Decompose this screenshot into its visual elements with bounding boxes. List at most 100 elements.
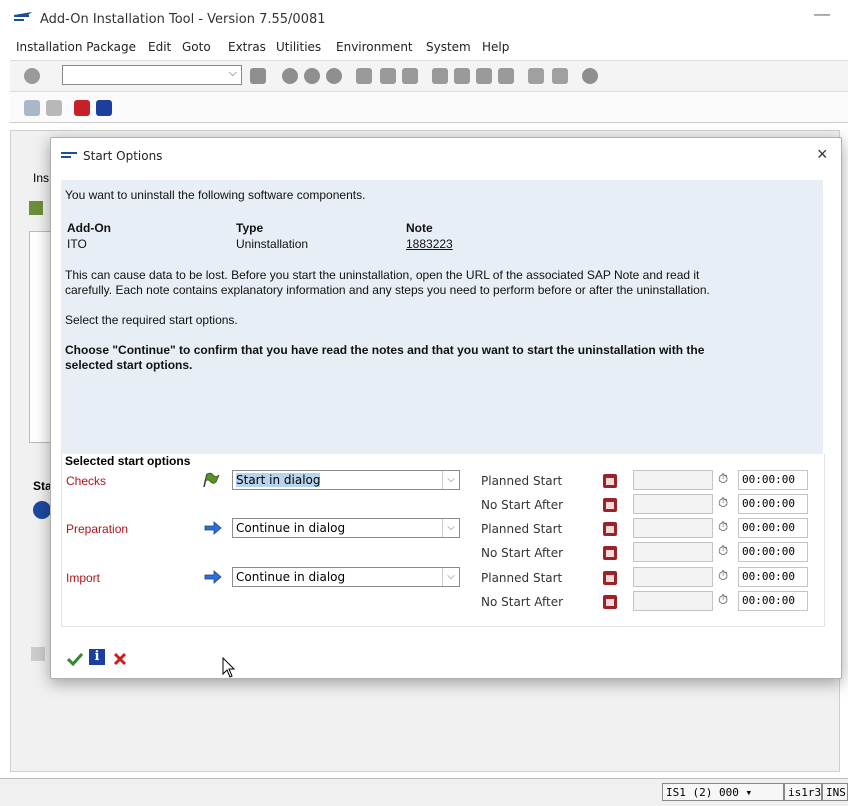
start-options-panel: Selected start options Checks Start in d… [61,454,825,627]
calendar-icon[interactable] [603,571,617,585]
no-start-after-label: No Start After [481,498,564,512]
date-field[interactable] [633,470,713,490]
exit-icon[interactable] [304,68,320,84]
menu-environment[interactable]: Environment [336,40,413,54]
minimize-button[interactable]: — [814,6,830,24]
enter-icon[interactable] [24,68,40,84]
find-next-icon[interactable] [402,68,418,84]
last-page-icon[interactable] [498,68,514,84]
print-icon[interactable] [356,68,372,84]
info-icon[interactable] [96,100,112,116]
date-field[interactable] [633,567,713,587]
menu-utilities[interactable]: Utilities [276,40,321,54]
help-icon[interactable] [582,68,598,84]
calendar-icon[interactable] [603,522,617,536]
time-field[interactable]: 00:00:00 [738,591,808,611]
checks-mode-select[interactable]: Start in dialog ⌵ [232,470,460,490]
window-titlebar: Add-On Installation Tool - Version 7.55/… [0,0,848,39]
command-field[interactable]: ⌵ [62,65,242,85]
mode-field: INS [822,783,848,801]
cancel-icon[interactable] [326,68,342,84]
standard-toolbar: ⌵ [10,60,848,92]
chevron-down-icon[interactable]: ⌵ [442,471,459,489]
date-field[interactable] [633,591,713,611]
time-field[interactable]: 00:00:00 [738,470,808,490]
no-start-after-label: No Start After [481,595,564,609]
calendar-icon[interactable] [603,546,617,560]
time-field[interactable]: 00:00:00 [738,518,808,538]
import-mode-select[interactable]: Continue in dialog ⌵ [232,567,460,587]
chevron-down-icon[interactable]: ⌵ [229,67,237,80]
shortcut-icon[interactable] [552,68,568,84]
cell-type: Uninstallation [236,237,309,251]
system-info: IS1 (2) 000 [666,786,739,799]
cell-addon: ITO [67,237,87,251]
phase-label-preparation: Preparation [66,522,129,536]
next-page-icon[interactable] [476,68,492,84]
question-icon[interactable] [74,100,90,116]
server-field: is1r3 [784,783,822,801]
confirm-line-2: selected start options. [65,358,193,372]
cancel-x-icon[interactable] [113,652,127,666]
previous-page-icon[interactable] [454,68,470,84]
dialog-titlebar: Start Options × [51,138,841,174]
menu-installation-package[interactable]: Installation Package [16,40,136,54]
back-icon[interactable] [282,68,298,84]
system-info-field[interactable]: IS1 (2) 000 ▾ [662,783,784,801]
warning-line-2: carefully. Each note contains explanator… [65,283,710,297]
sap-logo-icon [61,152,77,158]
flag-icon [203,472,220,488]
select-hint: Select the required start options. [65,313,238,327]
menu-system[interactable]: System [426,40,471,54]
status-bar: IS1 (2) 000 ▾ is1r3 INS [0,778,848,806]
calendar-icon[interactable] [603,498,617,512]
warning-line-1: This can cause data to be lost. Before y… [65,268,700,282]
layout-icon[interactable] [31,647,45,661]
arrow-icon [204,570,222,584]
date-field[interactable] [633,518,713,538]
import-mode-value: Continue in dialog [236,570,346,584]
arrow-icon [204,521,222,535]
clock-icon: ⏱ [718,519,729,534]
no-start-after-label: No Start After [481,546,564,560]
phase-label-checks: Checks [66,474,107,488]
save-icon[interactable] [250,68,266,84]
menu-extras[interactable]: Extras [228,40,266,54]
sap-logo-icon [14,12,32,21]
sap-note-link[interactable]: 1883223 [406,237,453,251]
table-settings-icon[interactable] [29,201,43,215]
date-field[interactable] [633,542,713,562]
new-session-icon[interactable] [528,68,544,84]
calendar-icon[interactable] [603,595,617,609]
date-field[interactable] [633,494,713,514]
preparation-mode-value: Continue in dialog [236,521,346,535]
menu-help[interactable]: Help [482,40,509,54]
magnifier-icon[interactable] [24,100,40,116]
chevron-down-icon[interactable]: ⌵ [442,568,459,586]
time-field[interactable]: 00:00:00 [738,567,808,587]
menu-goto[interactable]: Goto [182,40,211,54]
dialog-title: Start Options [83,149,163,163]
planned-start-label: Planned Start [481,522,563,536]
info-icon[interactable]: i [89,649,105,665]
preparation-mode-select[interactable]: Continue in dialog ⌵ [232,518,460,538]
phase-label-import: Import [66,571,101,585]
clock-icon: ⏱ [718,592,729,607]
close-icon[interactable]: × [817,144,828,165]
status-fragment: Sta [33,479,52,493]
column-type: Type [236,221,264,235]
column-addon: Add-On [67,221,111,235]
document-icon[interactable] [46,100,62,116]
time-field[interactable]: 00:00:00 [738,494,808,514]
calendar-icon[interactable] [603,474,617,488]
find-icon[interactable] [380,68,396,84]
column-note: Note [406,221,433,235]
first-page-icon[interactable] [432,68,448,84]
menu-edit[interactable]: Edit [148,40,171,54]
chevron-down-icon[interactable]: ⌵ [442,519,459,537]
confirm-line-1: Choose "Continue" to confirm that you ha… [65,343,705,357]
info-box: You want to uninstall the following soft… [61,180,823,455]
continue-checkmark-icon[interactable] [67,652,83,666]
application-toolbar [10,92,848,123]
time-field[interactable]: 00:00:00 [738,542,808,562]
